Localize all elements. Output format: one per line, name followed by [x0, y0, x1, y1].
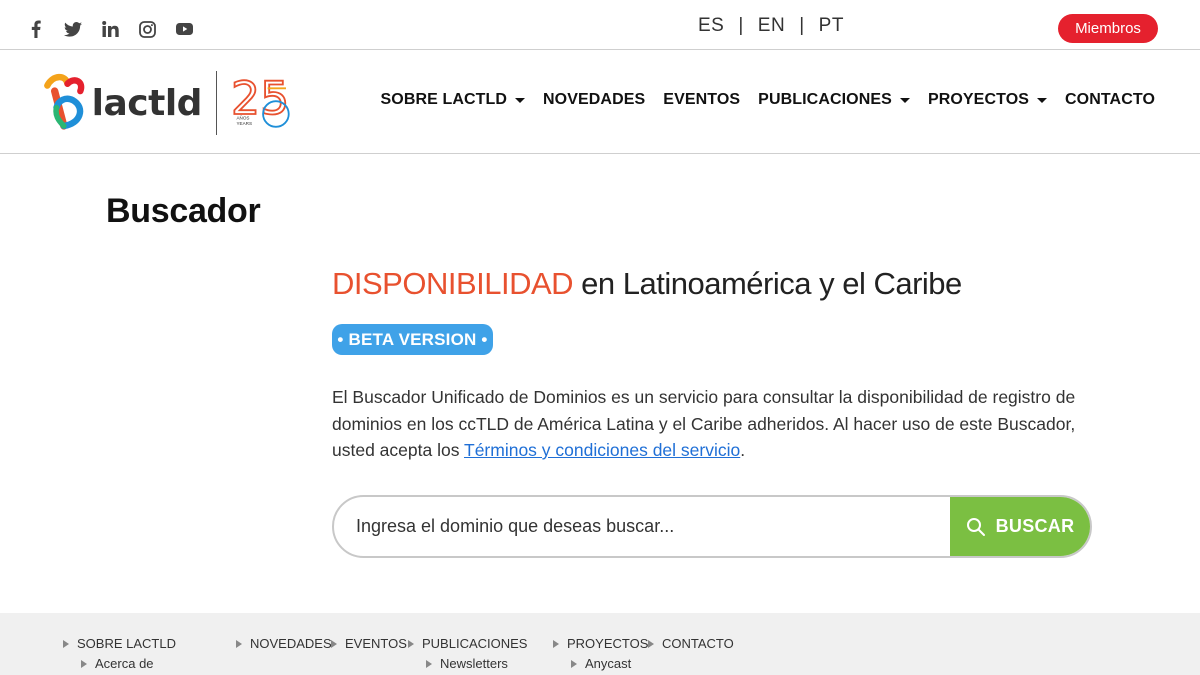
triangle-right-icon — [553, 639, 559, 648]
footer-link-anycast[interactable]: Anycast — [571, 656, 648, 671]
footer: SOBRE LACTLD Acerca de NOVEDADES EVENTOS… — [0, 613, 1200, 675]
social-links — [26, 19, 194, 39]
service-description: El Buscador Unificado de Dominios es un … — [332, 384, 1092, 464]
top-bar: ES | EN | PT Miembros — [0, 0, 1200, 50]
nav-label: SOBRE LACTLD — [380, 91, 508, 108]
search-button[interactable]: BUSCAR — [950, 497, 1090, 556]
footer-link-eventos[interactable]: EVENTOS — [331, 636, 407, 651]
triangle-right-icon — [81, 659, 87, 668]
footer-col-proyectos: PROYECTOS Anycast — [553, 636, 648, 671]
heading-accent: DISPONIBILIDAD — [332, 266, 574, 301]
lang-separator: | — [799, 15, 805, 36]
triangle-right-icon — [236, 639, 242, 648]
nav-novedades[interactable]: NOVEDADES — [543, 91, 645, 109]
lang-separator: | — [738, 15, 744, 36]
footer-sublink-label: Newsletters — [440, 656, 508, 671]
nav-proyectos[interactable]: PROYECTOS — [927, 91, 1048, 109]
page-title: Buscador — [106, 192, 261, 230]
footer-sublink-label: Anycast — [585, 656, 632, 671]
footer-link-label: NOVEDADES — [250, 636, 332, 651]
nav-sobre-lactld[interactable]: SOBRE LACTLD — [381, 91, 526, 109]
footer-link-label: EVENTOS — [345, 636, 407, 651]
svg-text:AÑOS: AÑOS — [236, 114, 249, 120]
nav-label: PROYECTOS — [927, 91, 1030, 108]
svg-text:YEARS: YEARS — [236, 121, 252, 126]
footer-sublink-label: Acerca de — [95, 656, 154, 671]
triangle-right-icon — [63, 639, 69, 648]
twitter-icon[interactable] — [63, 19, 83, 39]
footer-link-label: SOBRE LACTLD — [77, 636, 176, 651]
footer-link-label: PROYECTOS — [567, 636, 649, 651]
triangle-right-icon — [648, 639, 654, 648]
section-heading: DISPONIBILIDAD en Latinoamérica y el Car… — [332, 266, 962, 302]
logo-divider — [215, 71, 217, 135]
logo-mark-icon — [44, 73, 85, 130]
footer-link-label: PUBLICACIONES — [422, 636, 528, 651]
language-switcher: ES | EN | PT — [698, 15, 844, 37]
instagram-icon[interactable] — [137, 19, 157, 39]
heading-rest: en Latinoamérica y el Caribe — [573, 266, 962, 301]
facebook-icon[interactable] — [26, 19, 46, 39]
terms-link[interactable]: Términos y condiciones del servicio — [464, 440, 740, 460]
search-icon — [966, 517, 985, 536]
nav-label: EVENTOS — [663, 91, 741, 108]
site-header: lactld 25 AÑOS YEARS SOBRE LACTLD NOVEDA… — [0, 51, 1200, 154]
logo[interactable]: lactld 25 AÑOS YEARS — [40, 65, 295, 141]
main-nav: SOBRE LACTLD NOVEDADES EVENTOS PUBLICACI… — [381, 91, 1156, 109]
footer-link-newsletters[interactable]: Newsletters — [426, 656, 527, 671]
nav-label: CONTACTO — [1065, 91, 1155, 108]
caret-down-icon — [515, 97, 526, 103]
nav-label: NOVEDADES — [543, 91, 646, 108]
caret-down-icon — [1037, 97, 1048, 103]
footer-col-novedades: NOVEDADES — [236, 636, 332, 651]
beta-version-badge: • BETA VERSION • — [332, 324, 493, 355]
footer-link-acerca-de[interactable]: Acerca de — [81, 656, 176, 671]
footer-col-eventos: EVENTOS — [331, 636, 407, 651]
nav-contacto[interactable]: CONTACTO — [1065, 91, 1155, 109]
footer-col-publicaciones: PUBLICACIONES Newsletters — [408, 636, 527, 671]
domain-search-input[interactable] — [334, 497, 950, 556]
search-button-label: BUSCAR — [995, 516, 1075, 536]
footer-link-novedades[interactable]: NOVEDADES — [236, 636, 332, 651]
domain-search-form: BUSCAR — [332, 495, 1092, 558]
triangle-right-icon — [408, 639, 414, 648]
triangle-right-icon — [426, 659, 432, 668]
footer-link-publicaciones[interactable]: PUBLICACIONES — [408, 636, 527, 651]
description-end: . — [740, 440, 746, 460]
youtube-icon[interactable] — [174, 19, 194, 39]
caret-down-icon — [899, 97, 910, 103]
triangle-right-icon — [331, 639, 337, 648]
linkedin-icon[interactable] — [100, 19, 120, 39]
lang-es[interactable]: ES — [698, 15, 724, 37]
triangle-right-icon — [571, 659, 577, 668]
members-button[interactable]: Miembros — [1058, 14, 1158, 43]
footer-col-sobre: SOBRE LACTLD Acerca de — [63, 636, 176, 671]
logo-wordmark: lactld — [91, 82, 203, 124]
nav-eventos[interactable]: EVENTOS — [663, 91, 740, 109]
nav-publicaciones[interactable]: PUBLICACIONES — [758, 91, 910, 109]
anniversary-25-logo: 25 AÑOS YEARS — [231, 70, 290, 128]
footer-link-contacto[interactable]: CONTACTO — [648, 636, 734, 651]
footer-link-sobre-lactld[interactable]: SOBRE LACTLD — [63, 636, 176, 651]
footer-link-label: CONTACTO — [662, 636, 734, 651]
nav-label: PUBLICACIONES — [758, 91, 892, 108]
footer-link-proyectos[interactable]: PROYECTOS — [553, 636, 648, 651]
lang-pt[interactable]: PT — [819, 15, 844, 37]
lang-en[interactable]: EN — [758, 15, 785, 37]
footer-col-contacto: CONTACTO — [648, 636, 734, 651]
